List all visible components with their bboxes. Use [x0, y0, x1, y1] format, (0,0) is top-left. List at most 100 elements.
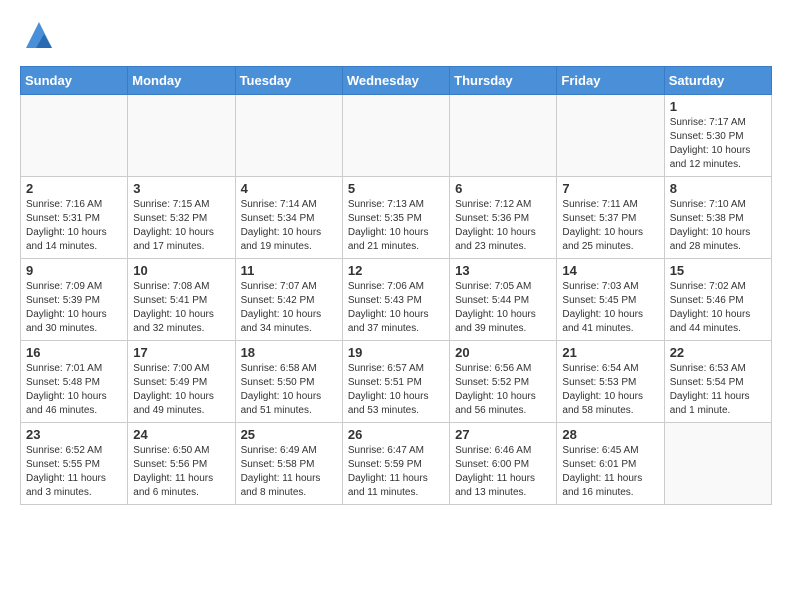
day-number: 21	[562, 345, 658, 360]
day-info: Sunrise: 7:13 AM Sunset: 5:35 PM Dayligh…	[348, 198, 444, 254]
calendar-cell: 4 Sunrise: 7:14 AM Sunset: 5:34 PM Daylig…	[235, 177, 342, 259]
day-number: 13	[455, 263, 551, 278]
day-number: 5	[348, 181, 444, 196]
calendar-cell: 6 Sunrise: 7:12 AM Sunset: 5:36 PM Daylig…	[450, 177, 557, 259]
day-info: Sunrise: 7:05 AM Sunset: 5:44 PM Dayligh…	[455, 280, 551, 336]
calendar-cell: 19 Sunrise: 6:57 AM Sunset: 5:51 PM Dayli…	[342, 341, 449, 423]
day-number: 7	[562, 181, 658, 196]
calendar-cell: 17 Sunrise: 7:00 AM Sunset: 5:49 PM Dayli…	[128, 341, 235, 423]
day-info: Sunrise: 7:12 AM Sunset: 5:36 PM Dayligh…	[455, 198, 551, 254]
day-number: 26	[348, 427, 444, 442]
calendar-cell: 12 Sunrise: 7:06 AM Sunset: 5:43 PM Dayli…	[342, 259, 449, 341]
day-info: Sunrise: 7:06 AM Sunset: 5:43 PM Dayligh…	[348, 280, 444, 336]
day-number: 15	[670, 263, 766, 278]
day-number: 25	[241, 427, 337, 442]
calendar-cell	[450, 95, 557, 177]
day-number: 3	[133, 181, 229, 196]
day-info: Sunrise: 7:16 AM Sunset: 5:31 PM Dayligh…	[26, 198, 122, 254]
day-info: Sunrise: 6:45 AM Sunset: 6:01 PM Dayligh…	[562, 444, 658, 500]
day-number: 18	[241, 345, 337, 360]
day-info: Sunrise: 6:50 AM Sunset: 5:56 PM Dayligh…	[133, 444, 229, 500]
day-number: 4	[241, 181, 337, 196]
day-info: Sunrise: 7:14 AM Sunset: 5:34 PM Dayligh…	[241, 198, 337, 254]
logo-icon	[24, 20, 54, 50]
day-info: Sunrise: 7:11 AM Sunset: 5:37 PM Dayligh…	[562, 198, 658, 254]
page-header	[20, 20, 772, 56]
day-info: Sunrise: 6:53 AM Sunset: 5:54 PM Dayligh…	[670, 362, 766, 418]
day-number: 12	[348, 263, 444, 278]
calendar-cell: 27Sunrise: 6:46 AM Sunset: 6:00 PM Dayli…	[450, 423, 557, 505]
logo	[20, 20, 54, 56]
calendar-cell: 22 Sunrise: 6:53 AM Sunset: 5:54 PM Dayli…	[664, 341, 771, 423]
day-number: 17	[133, 345, 229, 360]
calendar-week-row: 9 Sunrise: 7:09 AM Sunset: 5:39 PM Daylig…	[21, 259, 772, 341]
day-info: Sunrise: 7:10 AM Sunset: 5:38 PM Dayligh…	[670, 198, 766, 254]
day-number: 14	[562, 263, 658, 278]
calendar-cell	[557, 95, 664, 177]
day-number: 9	[26, 263, 122, 278]
calendar-cell: 14 Sunrise: 7:03 AM Sunset: 5:45 PM Dayli…	[557, 259, 664, 341]
day-info: Sunrise: 7:15 AM Sunset: 5:32 PM Dayligh…	[133, 198, 229, 254]
day-number: 8	[670, 181, 766, 196]
day-info: Sunrise: 7:01 AM Sunset: 5:48 PM Dayligh…	[26, 362, 122, 418]
day-number: 6	[455, 181, 551, 196]
day-info: Sunrise: 7:07 AM Sunset: 5:42 PM Dayligh…	[241, 280, 337, 336]
day-info: Sunrise: 6:54 AM Sunset: 5:53 PM Dayligh…	[562, 362, 658, 418]
weekday-header: Sunday	[21, 67, 128, 95]
day-info: Sunrise: 6:49 AM Sunset: 5:58 PM Dayligh…	[241, 444, 337, 500]
day-info: Sunrise: 6:56 AM Sunset: 5:52 PM Dayligh…	[455, 362, 551, 418]
weekday-header: Thursday	[450, 67, 557, 95]
day-number: 23	[26, 427, 122, 442]
weekday-header: Saturday	[664, 67, 771, 95]
calendar-cell: 3 Sunrise: 7:15 AM Sunset: 5:32 PM Daylig…	[128, 177, 235, 259]
calendar-cell: 1 Sunrise: 7:17 AM Sunset: 5:30 PM Daylig…	[664, 95, 771, 177]
calendar-cell: 28 Sunrise: 6:45 AM Sunset: 6:01 PM Dayli…	[557, 423, 664, 505]
day-info: Sunrise: 7:08 AM Sunset: 5:41 PM Dayligh…	[133, 280, 229, 336]
calendar-cell: 26 Sunrise: 6:47 AM Sunset: 5:59 PM Dayli…	[342, 423, 449, 505]
day-info: Sunrise: 6:52 AM Sunset: 5:55 PM Dayligh…	[26, 444, 122, 500]
day-number: 2	[26, 181, 122, 196]
calendar-week-row: 1 Sunrise: 7:17 AM Sunset: 5:30 PM Daylig…	[21, 95, 772, 177]
calendar-cell: 23 Sunrise: 6:52 AM Sunset: 5:55 PM Dayli…	[21, 423, 128, 505]
calendar-cell: 10 Sunrise: 7:08 AM Sunset: 5:41 PM Dayli…	[128, 259, 235, 341]
day-number: 28	[562, 427, 658, 442]
day-info: Sunrise: 6:46 AM Sunset: 6:00 PM Dayligh…	[455, 444, 551, 500]
weekday-header: Friday	[557, 67, 664, 95]
calendar-cell: 11Sunrise: 7:07 AM Sunset: 5:42 PM Dayli…	[235, 259, 342, 341]
weekday-header: Wednesday	[342, 67, 449, 95]
calendar-cell: 24 Sunrise: 6:50 AM Sunset: 5:56 PM Dayli…	[128, 423, 235, 505]
day-info: Sunrise: 7:09 AM Sunset: 5:39 PM Dayligh…	[26, 280, 122, 336]
day-number: 24	[133, 427, 229, 442]
day-number: 19	[348, 345, 444, 360]
calendar-cell: 20 Sunrise: 6:56 AM Sunset: 5:52 PM Dayli…	[450, 341, 557, 423]
calendar-cell: 8 Sunrise: 7:10 AM Sunset: 5:38 PM Daylig…	[664, 177, 771, 259]
day-number: 20	[455, 345, 551, 360]
calendar-week-row: 23 Sunrise: 6:52 AM Sunset: 5:55 PM Dayli…	[21, 423, 772, 505]
calendar-cell: 7 Sunrise: 7:11 AM Sunset: 5:37 PM Daylig…	[557, 177, 664, 259]
calendar-week-row: 16Sunrise: 7:01 AM Sunset: 5:48 PM Dayli…	[21, 341, 772, 423]
day-number: 10	[133, 263, 229, 278]
calendar-cell	[21, 95, 128, 177]
calendar-cell	[235, 95, 342, 177]
day-number: 1	[670, 99, 766, 114]
day-info: Sunrise: 7:17 AM Sunset: 5:30 PM Dayligh…	[670, 116, 766, 172]
day-info: Sunrise: 6:47 AM Sunset: 5:59 PM Dayligh…	[348, 444, 444, 500]
calendar-cell	[128, 95, 235, 177]
weekday-header: Monday	[128, 67, 235, 95]
calendar-cell: 5 Sunrise: 7:13 AM Sunset: 5:35 PM Daylig…	[342, 177, 449, 259]
calendar-cell: 16Sunrise: 7:01 AM Sunset: 5:48 PM Dayli…	[21, 341, 128, 423]
calendar-table: SundayMondayTuesdayWednesdayThursdayFrid…	[20, 66, 772, 505]
day-number: 22	[670, 345, 766, 360]
calendar-cell: 18Sunrise: 6:58 AM Sunset: 5:50 PM Dayli…	[235, 341, 342, 423]
calendar-cell: 21 Sunrise: 6:54 AM Sunset: 5:53 PM Dayli…	[557, 341, 664, 423]
day-info: Sunrise: 6:57 AM Sunset: 5:51 PM Dayligh…	[348, 362, 444, 418]
day-info: Sunrise: 7:00 AM Sunset: 5:49 PM Dayligh…	[133, 362, 229, 418]
calendar-cell: 2 Sunrise: 7:16 AM Sunset: 5:31 PM Daylig…	[21, 177, 128, 259]
weekday-header: Tuesday	[235, 67, 342, 95]
calendar-header-row: SundayMondayTuesdayWednesdayThursdayFrid…	[21, 67, 772, 95]
calendar-cell: 13 Sunrise: 7:05 AM Sunset: 5:44 PM Dayli…	[450, 259, 557, 341]
calendar-cell: 15Sunrise: 7:02 AM Sunset: 5:46 PM Dayli…	[664, 259, 771, 341]
calendar-cell	[342, 95, 449, 177]
calendar-cell: 9 Sunrise: 7:09 AM Sunset: 5:39 PM Daylig…	[21, 259, 128, 341]
day-info: Sunrise: 7:03 AM Sunset: 5:45 PM Dayligh…	[562, 280, 658, 336]
